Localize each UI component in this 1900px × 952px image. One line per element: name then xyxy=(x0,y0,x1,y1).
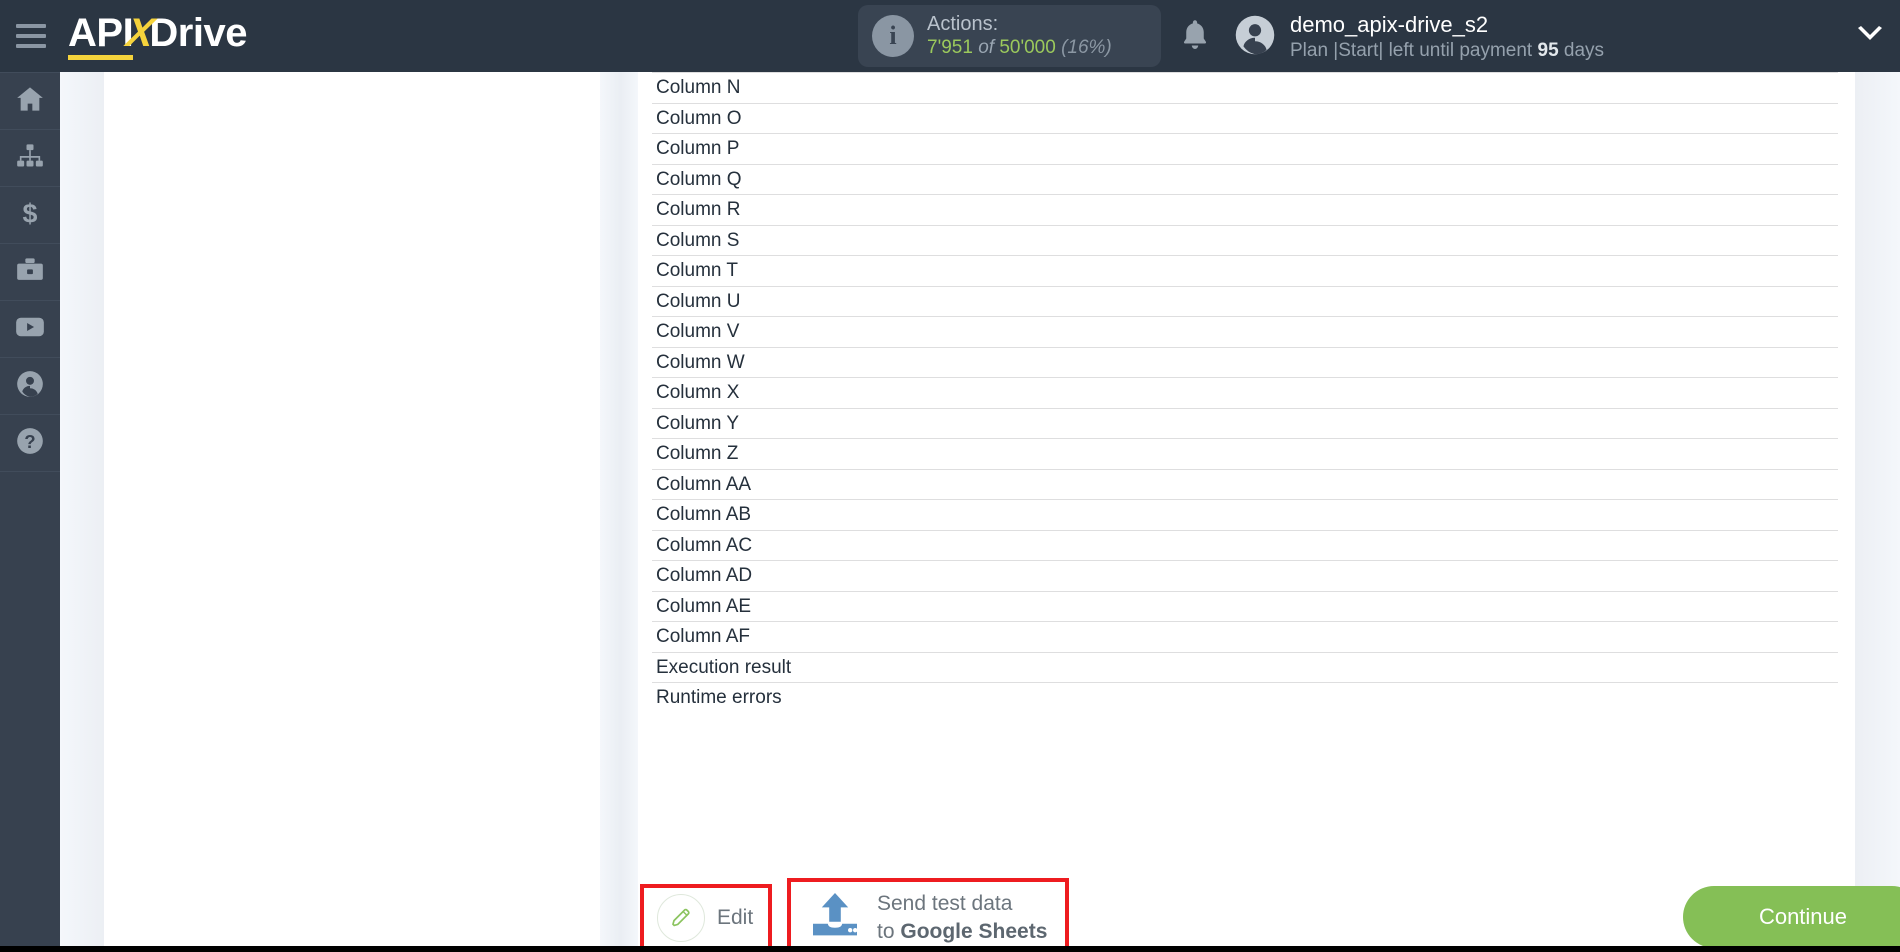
svg-text:?: ? xyxy=(24,431,35,452)
field-row[interactable]: Column N xyxy=(652,72,1838,103)
field-row[interactable]: Column P xyxy=(652,133,1838,164)
briefcase-icon xyxy=(16,257,44,288)
actions-percent: (16%) xyxy=(1061,36,1112,58)
edit-highlight: Edit xyxy=(640,884,772,951)
account-icon xyxy=(16,370,44,403)
user-info[interactable]: demo_apix-drive_s2 Plan |Start| left unt… xyxy=(1290,11,1604,62)
send-test-data-label: Send test data to Google Sheets xyxy=(877,890,1047,945)
sidebar-item-home[interactable] xyxy=(0,72,60,130)
actions-label: Actions: xyxy=(927,13,999,35)
field-row[interactable]: Column Y xyxy=(652,407,1838,439)
send-line-2-prefix: to xyxy=(877,919,901,943)
field-row[interactable]: Column S xyxy=(652,224,1838,256)
sidebar-item-connections[interactable] xyxy=(0,130,60,187)
action-bar: Edit Send test data to Google Sheets Con… xyxy=(638,862,1900,952)
actions-used: 7'951 xyxy=(927,36,973,58)
window-bottom-edge xyxy=(0,946,1900,952)
field-row[interactable]: Column W xyxy=(652,346,1838,378)
actions-of-label: of xyxy=(978,36,995,58)
send-test-data-button[interactable]: Send test data to Google Sheets xyxy=(791,882,1065,952)
bell-icon[interactable] xyxy=(1180,17,1210,53)
user-plan-info: Plan |Start| left until payment 95 days xyxy=(1290,39,1604,63)
plan-prefix: Plan |Start| left until payment xyxy=(1290,39,1538,61)
field-row[interactable]: Column Z xyxy=(652,438,1838,469)
top-header: APIXDrive i Actions: 7'951 of 50'000 (16… xyxy=(0,0,1900,72)
user-avatar-icon[interactable] xyxy=(1234,14,1276,56)
actions-values: 7'951 of 50'000 (16%) xyxy=(927,37,1112,59)
application-window: APIXDrive i Actions: 7'951 of 50'000 (16… xyxy=(0,0,1900,952)
sidebar-item-business[interactable] xyxy=(0,244,60,301)
field-row[interactable]: Column AA xyxy=(652,468,1838,500)
info-icon: i xyxy=(872,15,914,57)
svg-text:$: $ xyxy=(23,199,38,227)
plan-days: 95 xyxy=(1537,39,1559,61)
sidebar-item-video[interactable] xyxy=(0,301,60,358)
field-row[interactable]: Column Q xyxy=(652,163,1838,195)
field-row[interactable]: Column U xyxy=(652,285,1838,317)
hamburger-icon[interactable] xyxy=(16,24,46,48)
panel-divider xyxy=(600,72,638,952)
field-row[interactable]: Column AF xyxy=(652,621,1838,652)
send-line-1: Send test data xyxy=(877,891,1013,915)
continue-button[interactable]: Continue xyxy=(1683,886,1900,948)
field-row[interactable]: Column AD xyxy=(652,560,1838,591)
sidebar-item-billing[interactable]: $ xyxy=(0,187,60,244)
field-row[interactable]: Column R xyxy=(652,194,1838,225)
page-gutter-right xyxy=(1855,72,1900,952)
field-row[interactable]: Column V xyxy=(652,316,1838,347)
field-row[interactable]: Column AE xyxy=(652,590,1838,622)
plan-suffix: days xyxy=(1558,39,1605,61)
help-icon: ? xyxy=(16,427,44,460)
main-content: Column N Column O Column P Column Q Column R… xyxy=(104,72,1900,952)
field-row[interactable]: Column X xyxy=(652,377,1838,408)
actions-counter-text: Actions: 7'951 of 50'000 (16%) xyxy=(927,13,1112,59)
page-gutter-left xyxy=(60,72,104,952)
left-panel xyxy=(104,72,600,952)
edit-button-label: Edit xyxy=(717,905,754,929)
apixdrive-logo[interactable]: APIXDrive xyxy=(68,10,247,60)
actions-total: 50'000 xyxy=(999,36,1056,58)
field-row[interactable]: Execution result xyxy=(652,651,1838,683)
sidebar-item-account[interactable] xyxy=(0,358,60,415)
logo-text-drive: Drive xyxy=(149,10,247,55)
send-line-2-destination: Google Sheets xyxy=(900,919,1048,943)
send-test-highlight: Send test data to Google Sheets xyxy=(787,878,1069,952)
field-row[interactable]: Runtime errors xyxy=(652,682,1838,713)
upload-icon xyxy=(809,891,861,944)
user-name: demo_apix-drive_s2 xyxy=(1290,12,1489,37)
home-icon xyxy=(16,86,44,117)
field-row[interactable]: Column AB xyxy=(652,499,1838,530)
edit-button[interactable]: Edit xyxy=(644,888,768,947)
sidebar-item-help[interactable]: ? xyxy=(0,415,60,472)
chevron-down-icon[interactable] xyxy=(1856,26,1884,49)
dollar-icon: $ xyxy=(20,198,40,232)
field-row[interactable]: Column T xyxy=(652,255,1838,286)
right-panel: Column N Column O Column P Column Q Column R… xyxy=(638,72,1900,952)
pencil-icon xyxy=(657,893,705,942)
field-row[interactable]: Column O xyxy=(652,102,1838,134)
field-row[interactable]: Column AC xyxy=(652,529,1838,561)
left-sidebar: $ ? xyxy=(0,72,60,952)
field-list: Column N Column O Column P Column Q Column R… xyxy=(652,72,1838,713)
youtube-icon xyxy=(15,315,45,344)
actions-counter[interactable]: i Actions: 7'951 of 50'000 (16%) xyxy=(858,5,1161,67)
sitemap-icon xyxy=(16,143,44,174)
